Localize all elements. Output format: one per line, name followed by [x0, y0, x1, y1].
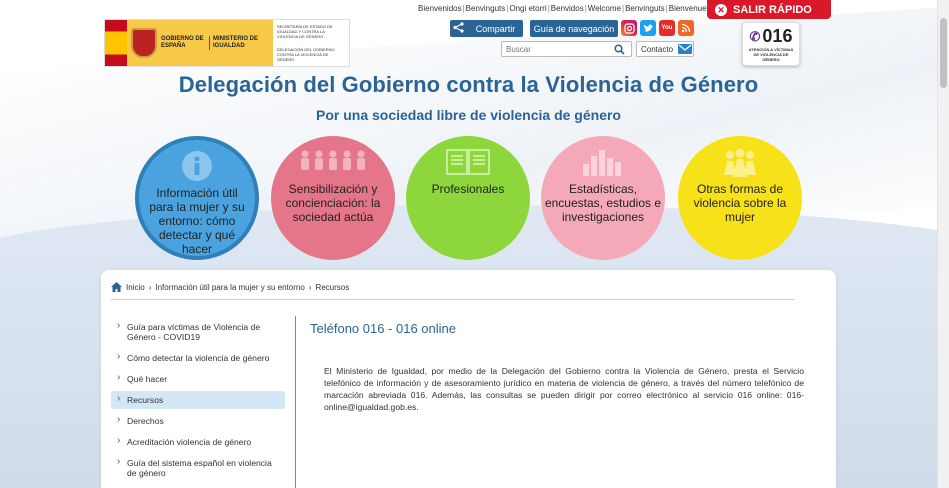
- home-icon[interactable]: [111, 282, 122, 292]
- lang-link[interactable]: Welcome: [588, 4, 621, 13]
- breadcrumb-link[interactable]: Inicio: [126, 283, 145, 292]
- youtube-icon[interactable]: You: [659, 20, 675, 36]
- content-title: Teléfono 016 - 016 online: [310, 321, 457, 336]
- salir-rapido-button[interactable]: ✕ SALIR RÁPIDO: [707, 0, 831, 19]
- instagram-icon[interactable]: [621, 20, 637, 36]
- women-group-icon: [720, 146, 760, 178]
- logo-gov-text: GOBIERNO DE ESPAÑA: [161, 36, 204, 49]
- flag-stripe: [105, 20, 127, 66]
- twitter-icon[interactable]: [640, 20, 656, 36]
- sidebar-item-guia-covid[interactable]: Guía para víctimas de Violencia de Géner…: [111, 318, 285, 346]
- content-text: El Ministerio de Igualdad, por medio de …: [324, 366, 804, 412]
- share-button[interactable]: Compartir: [450, 20, 523, 37]
- logo-delegacion-text: DELEGACIÓN DEL GOBIERNO CONTRA LA VIOLEN…: [277, 47, 335, 62]
- lang-link[interactable]: Bienvenue: [669, 4, 707, 13]
- badge-016-subtitle: ATENCIÓN A VÍCTIMAS DE VIOLENCIA DE GÉNE…: [748, 47, 794, 62]
- phone-icon: ✆: [749, 28, 761, 44]
- circle-estadisticas[interactable]: Estadísticas, encuestas, estudios e inve…: [541, 136, 665, 260]
- lang-link[interactable]: Bienvenidos: [418, 4, 462, 13]
- people-icon: [298, 146, 368, 178]
- circle-label: Estadísticas, encuestas, estudios e inve…: [544, 182, 662, 224]
- guia-navegacion-button[interactable]: Guía de navegación: [530, 20, 618, 37]
- page: GOBIERNO DE ESPAÑA MINISTERIO DE IGUALDA…: [0, 0, 937, 488]
- contacto-button[interactable]: Contacto: [636, 41, 694, 57]
- share-icon: [452, 22, 465, 35]
- rss-icon[interactable]: [678, 20, 694, 36]
- breadcrumb-current: Recursos: [315, 282, 350, 292]
- lang-link[interactable]: Benvinguts: [625, 4, 665, 13]
- breadcrumb-separator: ›: [308, 282, 312, 292]
- sidebar-item-acreditacion[interactable]: Acreditación violencia de género: [111, 433, 285, 451]
- scrollbar[interactable]: [937, 0, 949, 488]
- social-links: You: [621, 20, 694, 36]
- scrollbar-thumb[interactable]: [940, 18, 947, 88]
- envelope-icon: [678, 44, 693, 54]
- logo-yellow-block: GOBIERNO DE ESPAÑA MINISTERIO DE IGUALDA…: [127, 20, 273, 66]
- salir-label: SALIR RÁPIDO: [733, 3, 812, 16]
- sidebar-item-que-hacer[interactable]: Qué hacer: [111, 370, 285, 388]
- circle-label: Otras formas de violencia sobre la mujer: [693, 182, 787, 224]
- info-icon: [181, 150, 213, 182]
- youtube-text: You: [661, 25, 673, 31]
- badge-016-number: ✆ 016: [743, 26, 799, 47]
- language-bar: Bienvenidos|Benvinguts|Ongi etorri|Benvi…: [418, 4, 707, 13]
- lang-link[interactable]: Benvidos: [551, 4, 584, 13]
- breadcrumb-divider: [111, 299, 794, 300]
- content-divider: [295, 316, 296, 488]
- sidebar-item-recursos[interactable]: Recursos: [111, 391, 285, 409]
- lang-link[interactable]: Ongi etorri: [509, 4, 546, 13]
- search-icon[interactable]: [612, 42, 626, 56]
- circle-label: Profesionales: [431, 182, 505, 196]
- search-input[interactable]: [502, 44, 612, 54]
- circle-otras-formas[interactable]: Otras formas de violencia sobre la mujer: [678, 136, 802, 260]
- page-title: Delegación del Gobierno contra la Violen…: [178, 72, 759, 97]
- guia-label: Guía de navegación: [533, 23, 615, 34]
- ministry-logo[interactable]: GOBIERNO DE ESPAÑA MINISTERIO DE IGUALDA…: [104, 19, 350, 67]
- sidebar-item-como-detectar[interactable]: Cómo detectar la violencia de género: [111, 349, 285, 367]
- badge-016[interactable]: ✆ 016 ATENCIÓN A VÍCTIMAS DE VIOLENCIA DE…: [742, 22, 800, 66]
- page-subtitle: Por una sociedad libre de violencia de g…: [316, 107, 621, 123]
- search-box: [501, 41, 632, 57]
- badge-number-text: 016: [762, 26, 793, 46]
- logo-secretaria-text: SECRETARÍA DE ESTADO DE IGUALDAD Y CONTR…: [277, 24, 333, 39]
- breadcrumb-link[interactable]: Información útil para la mujer y su ento…: [155, 283, 304, 292]
- book-icon: [445, 146, 491, 178]
- sidebar-item-guia-sistema[interactable]: Guía del sistema español en violencia de…: [111, 454, 285, 482]
- circle-label: Sensibilización y concienciación: la soc…: [285, 182, 381, 224]
- logo-ministry-text: MINISTERIO DE IGUALDAD: [209, 36, 269, 50]
- content-panel: Inicio › Información útil para la mujer …: [101, 270, 836, 488]
- sidebar-menu: Guía para víctimas de Violencia de Géner…: [111, 318, 285, 485]
- circle-label: Información útil para la mujer y su ento…: [149, 186, 245, 256]
- contacto-label: Contacto: [641, 44, 674, 54]
- close-icon: ✕: [715, 3, 727, 16]
- circle-profesionales[interactable]: Profesionales: [406, 136, 530, 260]
- bar-chart-icon: [581, 146, 625, 178]
- circle-sensibilizacion[interactable]: Sensibilización y concienciación: la soc…: [271, 136, 395, 260]
- coat-of-arms-icon: [131, 28, 157, 58]
- lang-link[interactable]: Benvinguts: [466, 4, 506, 13]
- circle-informacion[interactable]: Información útil para la mujer y su ento…: [135, 136, 259, 260]
- breadcrumb: Inicio › Información útil para la mujer …: [111, 282, 349, 292]
- sidebar-item-derechos[interactable]: Derechos: [111, 412, 285, 430]
- logo-text-block: SECRETARÍA DE ESTADO DE IGUALDAD Y CONTR…: [273, 20, 349, 66]
- share-label: Compartir: [475, 23, 516, 34]
- breadcrumb-separator: ›: [148, 282, 152, 292]
